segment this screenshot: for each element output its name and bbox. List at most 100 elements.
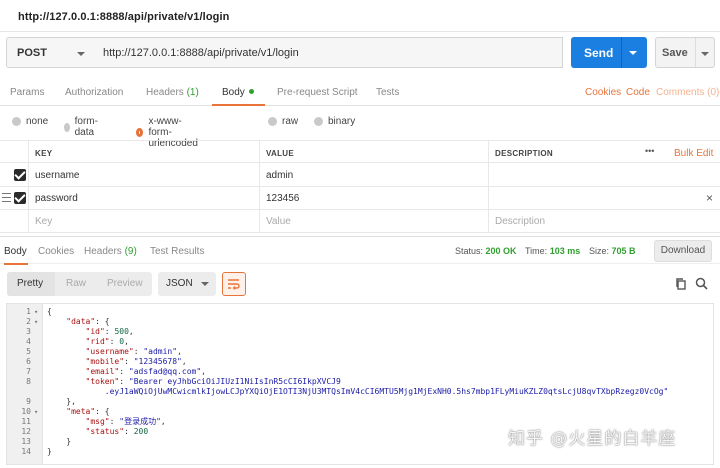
tab-headers-count: (1) [186, 87, 199, 98]
fold-toggle-icon[interactable]: ▾ [34, 307, 38, 317]
method-select[interactable]: POST [6, 37, 96, 68]
key-cell[interactable]: username [28, 164, 259, 187]
response-tab-cookies[interactable]: Cookies [38, 246, 74, 257]
code-line: 6 "mobile": "12345678", [7, 357, 713, 367]
radio-binary[interactable]: binary [314, 116, 355, 127]
wrap-lines-button[interactable] [222, 272, 246, 296]
description-placeholder: Description [495, 216, 546, 227]
size-value: 705 B [611, 246, 636, 256]
active-response-tab-underline [4, 263, 28, 265]
table-row-empty: Key Value Description [0, 210, 720, 233]
line-number: 6 [26, 357, 31, 366]
key-cell[interactable]: password [28, 187, 259, 210]
code-line: 3 "id": 500, [7, 327, 713, 337]
tab-headers-label: Headers [146, 87, 184, 98]
tab-headers[interactable]: Headers (1) [146, 87, 199, 98]
cookies-link[interactable]: Cookies [585, 87, 621, 98]
key-column-header: KEY [28, 141, 259, 164]
value-text: 123456 [266, 193, 300, 204]
tab-tests[interactable]: Tests [376, 87, 399, 98]
fold-toggle-icon[interactable]: ▾ [34, 317, 38, 327]
view-mode-pretty[interactable]: Pretty [17, 278, 43, 289]
chevron-down-icon [77, 52, 85, 56]
tab-prerequest-script[interactable]: Pre-request Script [277, 87, 358, 98]
watermark: 知乎 @火星的白羊座 [508, 429, 677, 449]
body-indicator-dot [248, 89, 254, 94]
view-mode-toggle: Pretty Raw Preview [7, 272, 152, 296]
save-button[interactable]: Save [655, 37, 715, 68]
response-tab-headers-count: (9) [124, 246, 137, 257]
response-tab-body[interactable]: Body [4, 246, 27, 257]
value-cell[interactable]: 123456 [259, 187, 488, 210]
view-mode-raw[interactable]: Raw [66, 278, 86, 289]
line-number: 9 [26, 397, 31, 406]
table-header-row: KEY VALUE DESCRIPTION ••• Bulk Edit [0, 140, 720, 164]
line-number: 13 [21, 437, 31, 446]
code-text: } [47, 447, 52, 456]
status-value: 200 OK [485, 246, 517, 256]
search-icon[interactable] [695, 277, 708, 290]
format-select[interactable]: JSON [158, 272, 216, 296]
tab-params[interactable]: Params [10, 87, 44, 98]
status-label: Status: [455, 246, 484, 256]
code-line: 9 }, [7, 397, 713, 407]
radio-none[interactable]: none [12, 116, 48, 127]
download-button[interactable]: Download [654, 240, 712, 262]
size-label: Size: [589, 246, 610, 256]
tab-body[interactable]: Body [222, 87, 254, 98]
radio-label: raw [282, 116, 299, 127]
line-number: 1 [26, 307, 31, 316]
more-options-icon[interactable]: ••• [645, 146, 654, 156]
view-mode-preview[interactable]: Preview [107, 278, 143, 289]
description-cell[interactable] [488, 187, 720, 210]
response-tab-test-results[interactable]: Test Results [150, 246, 204, 257]
line-number: 11 [21, 417, 31, 426]
row-checkbox[interactable] [14, 192, 26, 204]
line-number: 8 [26, 377, 31, 386]
tab-authorization[interactable]: Authorization [65, 87, 123, 98]
line-number: 7 [26, 367, 31, 376]
copy-icon[interactable] [675, 278, 687, 290]
row-checkbox[interactable] [14, 169, 26, 181]
radio-circle [64, 122, 70, 132]
bulk-edit-link[interactable]: Bulk Edit [674, 148, 713, 159]
radio-form-data[interactable]: form-data [64, 116, 101, 138]
line-number: 14 [21, 447, 31, 456]
code-text: "username": "admin", [85, 347, 182, 356]
response-tab-headers[interactable]: Headers (9) [84, 246, 137, 257]
save-label: Save [662, 47, 688, 59]
send-options-chevron-icon[interactable] [629, 51, 637, 55]
request-tabs: Params Authorization Headers (1) Body Pr… [0, 82, 720, 106]
value-cell-new[interactable]: Value [259, 210, 488, 233]
code-line: .eyJ1aWQiOjUwMCwicmlkIjowLCJpYXQiOjE1OTI… [7, 387, 713, 397]
key-cell-new[interactable]: Key [28, 210, 259, 233]
save-options-chevron-icon[interactable] [701, 52, 709, 56]
send-button[interactable]: Send [571, 37, 647, 68]
time-readout: Time: 103 ms [525, 246, 580, 256]
code-text: "status": 200 [85, 427, 149, 436]
key-placeholder: Key [35, 216, 53, 227]
radio-raw[interactable]: raw [268, 116, 298, 127]
code-text: { [47, 307, 52, 316]
fold-toggle-icon[interactable]: ▾ [34, 407, 38, 417]
code-line: 10 ▾ "meta": { [7, 407, 713, 417]
code-line: 8 "token": "Bearer eyJhbGciOiJIUzI1NiIsI… [7, 377, 713, 387]
drag-handle-icon[interactable] [2, 193, 11, 202]
url-input[interactable]: http://127.0.0.1:8888/api/private/v1/log… [95, 37, 563, 68]
description-cell-new[interactable]: Description [488, 210, 720, 233]
line-number: 12 [21, 427, 31, 436]
code-line: 5 "username": "admin", [7, 347, 713, 357]
value-cell[interactable]: admin [259, 164, 488, 187]
description-cell[interactable] [488, 164, 720, 187]
comments-link[interactable]: Comments (0) [656, 87, 719, 98]
close-icon[interactable]: × [706, 191, 713, 205]
tab-body-label: Body [222, 87, 245, 98]
chevron-down-icon [201, 282, 209, 286]
line-number: 2 [26, 317, 31, 326]
line-number: 4 [26, 337, 31, 346]
code-line: 1 ▾ { [7, 307, 713, 317]
line-number: 10 [21, 407, 31, 416]
code-link[interactable]: Code [626, 87, 650, 98]
value-header-text: VALUE [266, 149, 295, 158]
code-text: "data": { [66, 317, 110, 326]
